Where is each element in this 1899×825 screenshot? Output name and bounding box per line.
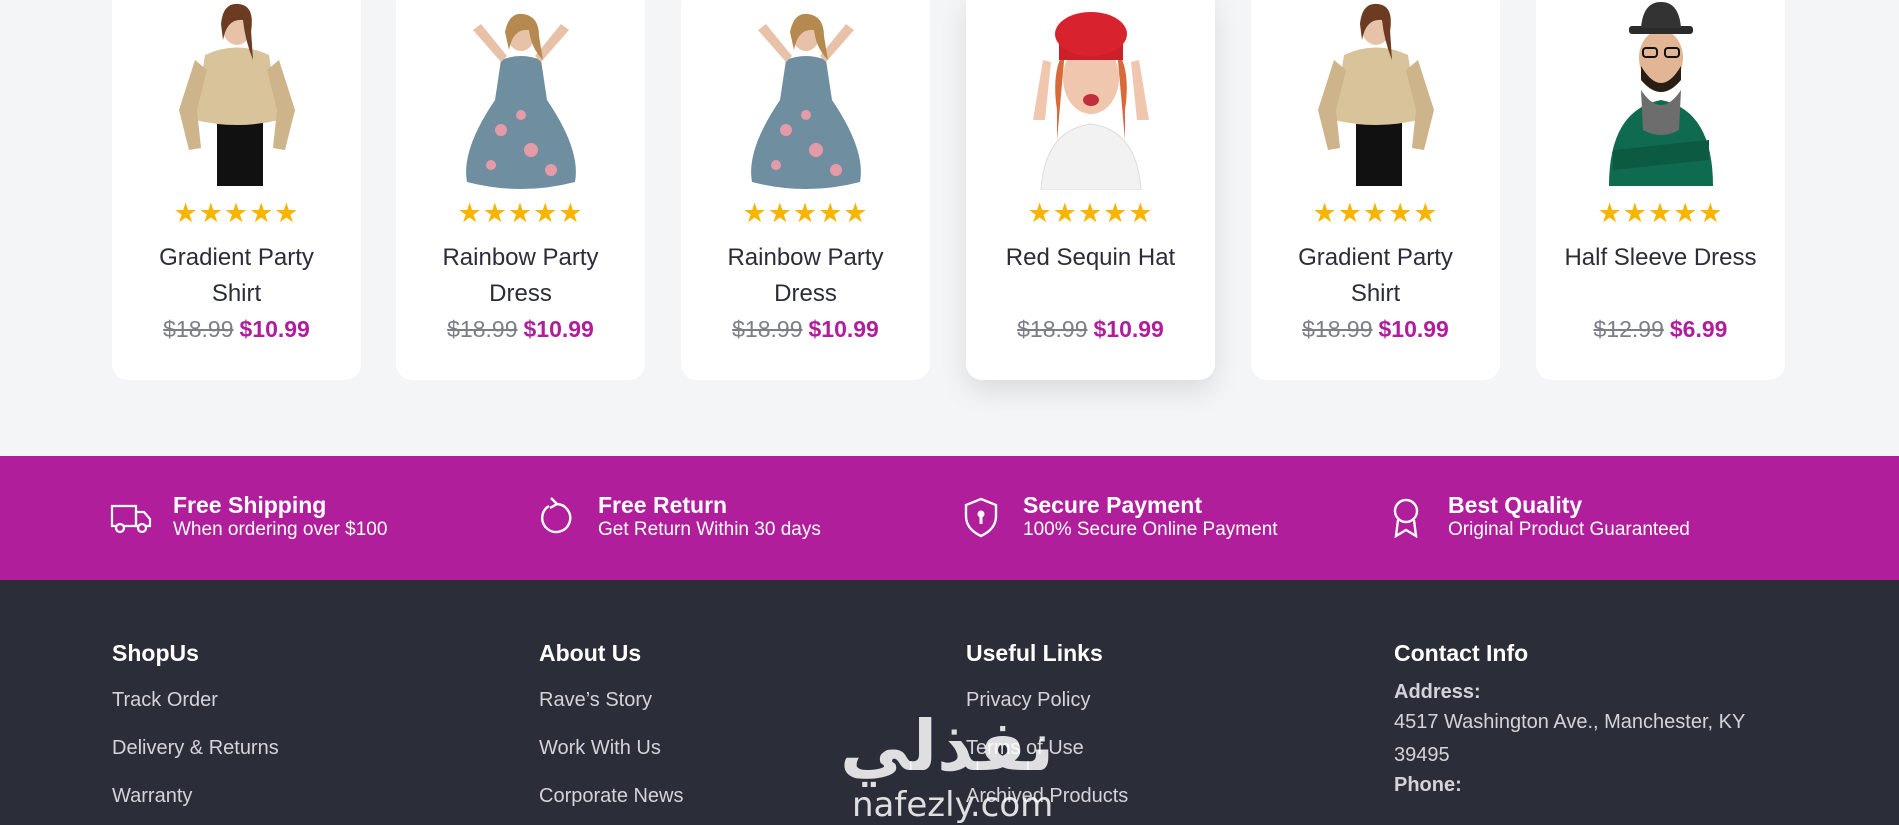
footer-link-track-order[interactable]: Track Order [112, 689, 279, 737]
product-image[interactable] [1306, 0, 1446, 190]
return-icon [541, 497, 572, 534]
product-grid: ★★★★★ Gradient Party Shirt $18.99 $10.99 … [0, 0, 1899, 456]
sale-price: $6.99 [1669, 316, 1728, 342]
footer-col-shopus: ShopUs Track Order Delivery & Returns Wa… [112, 640, 279, 825]
product-name[interactable]: Gradient Party Shirt [132, 240, 341, 312]
footer-link-raves-story[interactable]: Rave’s Story [539, 689, 684, 737]
product-price: $18.99 $10.99 [396, 314, 645, 344]
award-badge-icon [1393, 498, 1419, 538]
product-image[interactable] [1021, 0, 1161, 190]
sale-price: $10.99 [808, 316, 879, 342]
sale-price: $10.99 [1378, 316, 1449, 342]
feature-subtitle: Get Return Within 30 days [598, 519, 821, 540]
product-card[interactable]: ★★★★★ Gradient Party Shirt $18.99 $10.99 [112, 0, 361, 380]
site-footer: ShopUs Track Order Delivery & Returns Wa… [0, 580, 1899, 825]
old-price: $18.99 [1017, 316, 1088, 342]
product-name[interactable]: Half Sleeve Dress [1556, 240, 1765, 276]
shield-lock-icon [964, 497, 998, 538]
truck-icon [110, 504, 152, 534]
rating-stars: ★★★★★ [173, 198, 300, 228]
footer-link-terms-of-use[interactable]: Terms of Use [966, 737, 1128, 785]
product-image[interactable] [736, 0, 876, 190]
old-price: $18.99 [732, 316, 803, 342]
feature-subtitle: When ordering over $100 [173, 519, 388, 540]
address-label: Address: [1394, 681, 1481, 703]
feature-title: Secure Payment [1023, 492, 1202, 518]
footer-heading: Useful Links [966, 640, 1103, 666]
footer-heading: About Us [539, 640, 642, 666]
product-name[interactable]: Gradient Party Shirt [1271, 240, 1480, 312]
product-card[interactable]: ★★★★★ Gradient Party Shirt $18.99 $10.99 [1251, 0, 1500, 380]
feature-title: Best Quality [1448, 492, 1583, 518]
product-card[interactable]: ★★★★★ Red Sequin Hat $18.99 $10.99 [966, 0, 1215, 380]
footer-link-archived-products[interactable]: Archived Products [966, 785, 1128, 825]
product-name[interactable]: Red Sequin Hat [986, 240, 1195, 276]
footer-link-work-with-us[interactable]: Work With Us [539, 737, 684, 785]
product-price: $18.99 $10.99 [1251, 314, 1500, 344]
address-text: 4517 Washington Ave., Manchester, KY 394… [1394, 711, 1745, 766]
rating-stars: ★★★★★ [742, 198, 869, 228]
product-card[interactable]: ★★★★★ Rainbow Party Dress $18.99 $10.99 [396, 0, 645, 380]
footer-col-contact: Contact Info Address: 4517 Washington Av… [1394, 640, 1794, 797]
old-price: $12.99 [1593, 316, 1664, 342]
sale-price: $10.99 [523, 316, 594, 342]
feature-title: Free Return [598, 492, 728, 518]
footer-heading: Contact Info [1394, 640, 1529, 666]
old-price: $18.99 [1302, 316, 1373, 342]
product-image[interactable] [451, 0, 591, 190]
footer-heading: ShopUs [112, 640, 199, 666]
rating-stars: ★★★★★ [1027, 198, 1154, 228]
product-price: $18.99 $10.99 [966, 314, 1215, 344]
phone-label: Phone: [1394, 774, 1462, 796]
product-price: $12.99 $6.99 [1536, 314, 1785, 344]
footer-link-privacy-policy[interactable]: Privacy Policy [966, 689, 1128, 737]
footer-link-delivery-returns[interactable]: Delivery & Returns [112, 737, 279, 785]
old-price: $18.99 [447, 316, 518, 342]
feature-subtitle: 100% Secure Online Payment [1023, 519, 1278, 540]
product-card[interactable]: ★★★★★ Half Sleeve Dress $12.99 $6.99 [1536, 0, 1785, 380]
product-card[interactable]: ★★★★★ Rainbow Party Dress $18.99 $10.99 [681, 0, 930, 380]
footer-link-warranty[interactable]: Warranty [112, 785, 279, 825]
footer-col-useful: Useful Links Privacy Policy Terms of Use… [966, 640, 1128, 825]
rating-stars: ★★★★★ [1597, 198, 1724, 228]
sale-price: $10.99 [239, 316, 310, 342]
sale-price: $10.99 [1093, 316, 1164, 342]
product-image[interactable] [167, 0, 307, 190]
product-image[interactable] [1591, 0, 1731, 190]
product-price: $18.99 $10.99 [681, 314, 930, 344]
features-band: Free Shipping When ordering over $100 Fr… [0, 456, 1899, 580]
old-price: $18.99 [163, 316, 234, 342]
product-name[interactable]: Rainbow Party Dress [416, 240, 625, 312]
feature-title: Free Shipping [173, 492, 327, 518]
rating-stars: ★★★★★ [1312, 198, 1439, 228]
feature-subtitle: Original Product Guaranteed [1448, 519, 1690, 540]
footer-link-corporate-news[interactable]: Corporate News [539, 785, 684, 825]
footer-col-about: About Us Rave’s Story Work With Us Corpo… [539, 640, 684, 825]
rating-stars: ★★★★★ [457, 198, 584, 228]
product-name[interactable]: Rainbow Party Dress [701, 240, 910, 312]
product-price: $18.99 $10.99 [112, 314, 361, 344]
